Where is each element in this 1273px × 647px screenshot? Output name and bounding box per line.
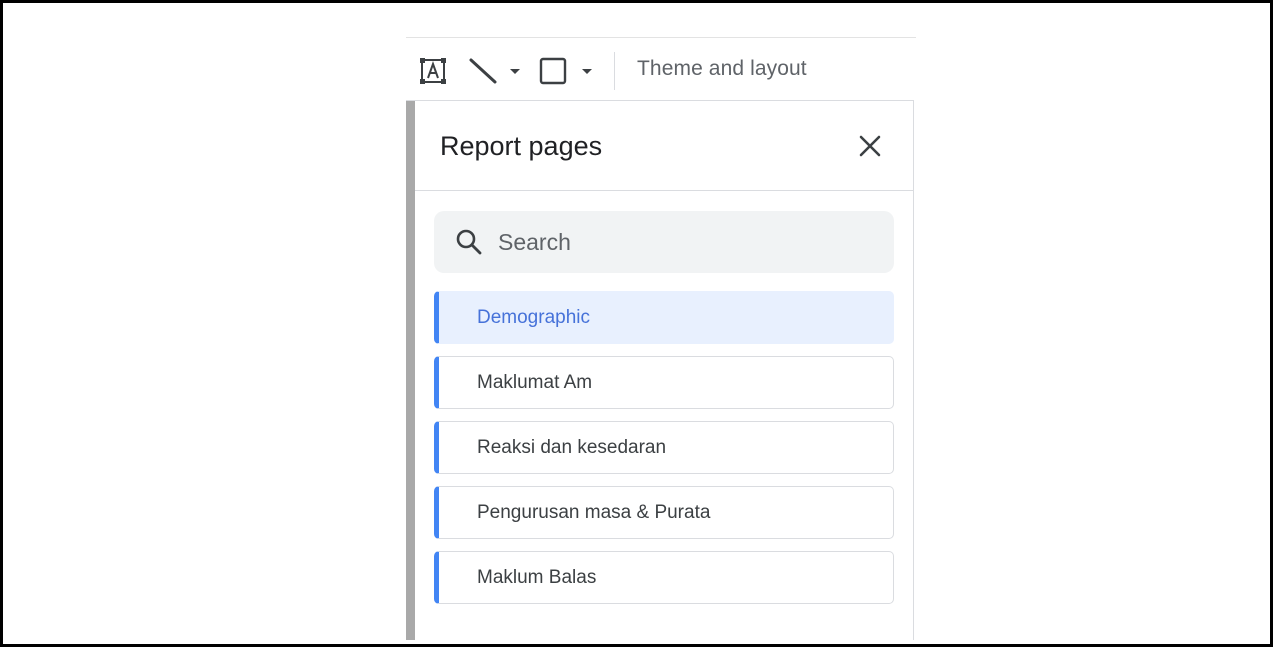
shape-icon[interactable] bbox=[538, 55, 568, 87]
search-icon bbox=[456, 229, 482, 255]
page-item-label: Pengurusan masa & Purata bbox=[477, 502, 711, 523]
close-button[interactable] bbox=[855, 131, 885, 161]
panel-title: Report pages bbox=[440, 131, 603, 161]
report-pages-panel: Report pages Demographic Maklumat Am bbox=[406, 100, 914, 640]
page-item-maklumat-am[interactable]: Maklumat Am bbox=[434, 356, 894, 409]
screenshot-frame: Theme and layout Report pages Demographi… bbox=[0, 0, 1273, 647]
line-dropdown-caret-icon[interactable] bbox=[508, 64, 522, 78]
page-item-maklum-balas[interactable]: Maklum Balas bbox=[434, 551, 894, 604]
page-item-label: Maklum Balas bbox=[477, 567, 597, 588]
page-item-label: Reaksi dan kesedaran bbox=[477, 437, 667, 458]
panel-header: Report pages bbox=[415, 101, 913, 191]
search-box[interactable] bbox=[434, 211, 894, 273]
page-item-label: Maklumat Am bbox=[477, 372, 593, 393]
text-box-icon[interactable] bbox=[418, 55, 448, 87]
theme-and-layout-button[interactable]: Theme and layout bbox=[637, 57, 807, 81]
toolbar-divider bbox=[614, 52, 615, 90]
page-item-pengurusan-masa[interactable]: Pengurusan masa & Purata bbox=[434, 486, 894, 539]
page-item-demographic[interactable]: Demographic bbox=[434, 291, 894, 344]
page-list: Demographic Maklumat Am Reaksi dan kesed… bbox=[434, 291, 894, 616]
page-item-reaksi-dan-kesedaran[interactable]: Reaksi dan kesedaran bbox=[434, 421, 894, 474]
shape-dropdown-caret-icon[interactable] bbox=[580, 64, 594, 78]
page-item-label: Demographic bbox=[477, 307, 590, 328]
line-icon[interactable] bbox=[466, 55, 500, 87]
toolbar: Theme and layout bbox=[406, 37, 916, 101]
search-input[interactable] bbox=[498, 211, 878, 273]
close-icon bbox=[859, 135, 881, 157]
panel-resize-edge bbox=[406, 101, 415, 640]
